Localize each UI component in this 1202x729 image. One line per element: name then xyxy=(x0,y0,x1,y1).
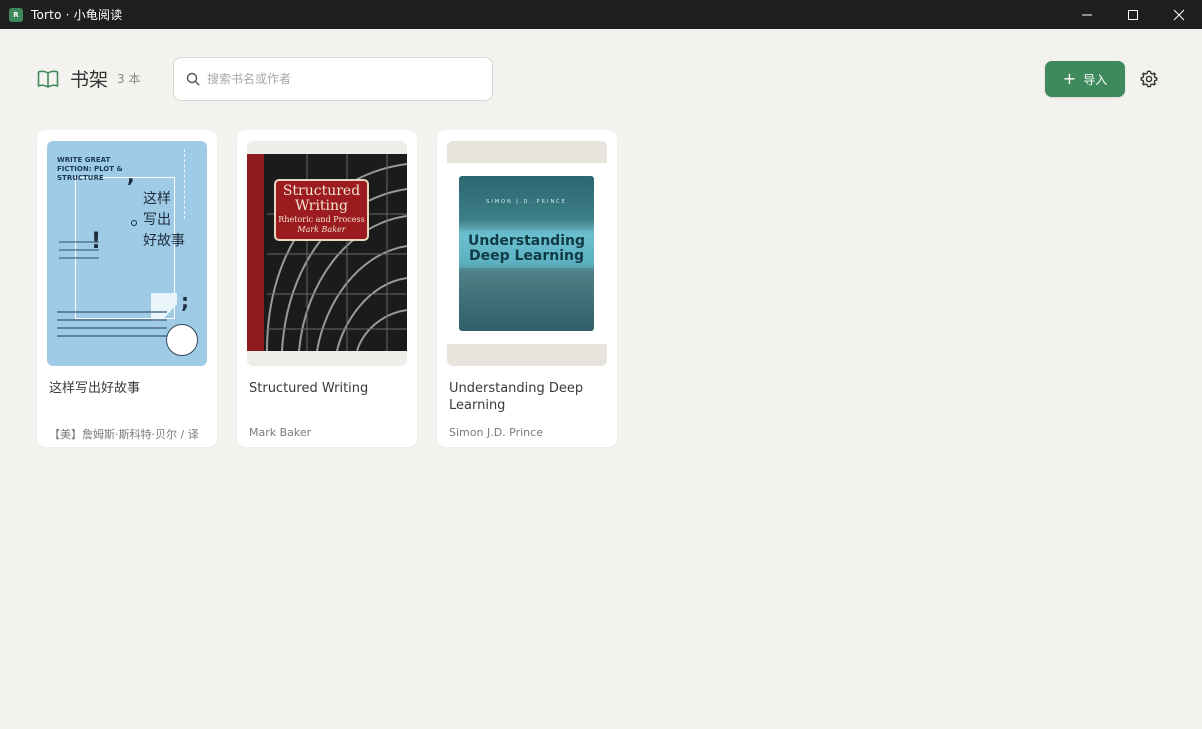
search-box[interactable] xyxy=(173,57,493,101)
title-bar: R Torto · 小龟阅读 xyxy=(0,0,1202,29)
search-icon xyxy=(186,72,200,86)
book-count: 3 本 xyxy=(117,72,141,86)
cover-art: SIMON J.D. PRINCE Understanding Deep Lea… xyxy=(459,176,594,331)
plus-icon: + xyxy=(1062,69,1077,88)
cover-semicolon-glyph: ; xyxy=(181,289,189,313)
cover-subtitle: Rhetoric and Process xyxy=(278,215,365,224)
library-header: 书架 3 本 xyxy=(37,65,140,92)
minimize-button[interactable] xyxy=(1064,0,1110,29)
book-author: Mark Baker xyxy=(249,426,312,439)
publisher-seal-icon xyxy=(166,324,198,356)
maximize-icon xyxy=(1128,9,1138,20)
book-card[interactable]: SIMON J.D. PRINCE Understanding Deep Lea… xyxy=(437,130,617,447)
import-button[interactable]: + 导入 xyxy=(1045,61,1125,97)
book-author: Simon J.D. Prince xyxy=(449,426,543,439)
settings-button[interactable] xyxy=(1139,69,1159,89)
maximize-button[interactable] xyxy=(1110,0,1156,29)
close-icon xyxy=(1173,9,1185,20)
gear-icon xyxy=(1140,70,1158,88)
cover-zh-title: 这样 写出 好故事 xyxy=(143,191,185,249)
cover-title: Understanding Deep Learning xyxy=(467,233,585,264)
import-label: 导入 xyxy=(1083,72,1108,87)
window-controls xyxy=(1064,0,1202,29)
cover-decoration xyxy=(59,241,99,265)
cover-author: Mark Baker xyxy=(297,225,346,234)
window-title: Torto · 小龟阅读 xyxy=(31,8,123,22)
cover-title-line: Writing xyxy=(294,198,348,214)
cover-title-line: Structured xyxy=(282,183,361,199)
search-input[interactable] xyxy=(207,72,467,86)
book-card[interactable]: Structured Writing Rhetoric and Process … xyxy=(237,130,417,447)
cover-title-plate: Structured Writing Rhetoric and Process … xyxy=(274,179,369,241)
cover-decoration xyxy=(131,220,137,226)
book-title: Structured Writing xyxy=(249,381,369,396)
cover-author: SIMON J.D. PRINCE xyxy=(486,199,567,205)
cover-en-title: WRITE GREAT FICTION: PLOT & STRUCTURE xyxy=(57,156,123,182)
book-card[interactable]: WRITE GREAT FICTION: PLOT & STRUCTURE , … xyxy=(37,130,217,447)
open-book-icon xyxy=(37,69,59,89)
cover-decoration xyxy=(57,311,167,343)
app-logo-icon: R xyxy=(9,7,23,22)
close-button[interactable] xyxy=(1156,0,1202,29)
minimize-icon xyxy=(1082,14,1092,15)
cover-comma-glyph: , xyxy=(127,163,135,187)
book-cover: WRITE GREAT FICTION: PLOT & STRUCTURE , … xyxy=(47,141,207,366)
cover-art: Structured Writing Rhetoric and Process … xyxy=(247,154,407,351)
book-author: 【美】詹姆斯·斯科特·贝尔 / 译 xyxy=(49,428,199,441)
book-title: Understanding Deep Learning xyxy=(449,381,584,413)
book-cover: SIMON J.D. PRINCE Understanding Deep Lea… xyxy=(447,141,607,366)
cover-decoration xyxy=(247,154,264,351)
book-cover: Structured Writing Rhetoric and Process … xyxy=(247,141,407,366)
cover-art: WRITE GREAT FICTION: PLOT & STRUCTURE , … xyxy=(47,141,207,366)
book-title: 这样写出好故事 xyxy=(49,381,141,396)
page-title: 书架 xyxy=(70,69,109,91)
